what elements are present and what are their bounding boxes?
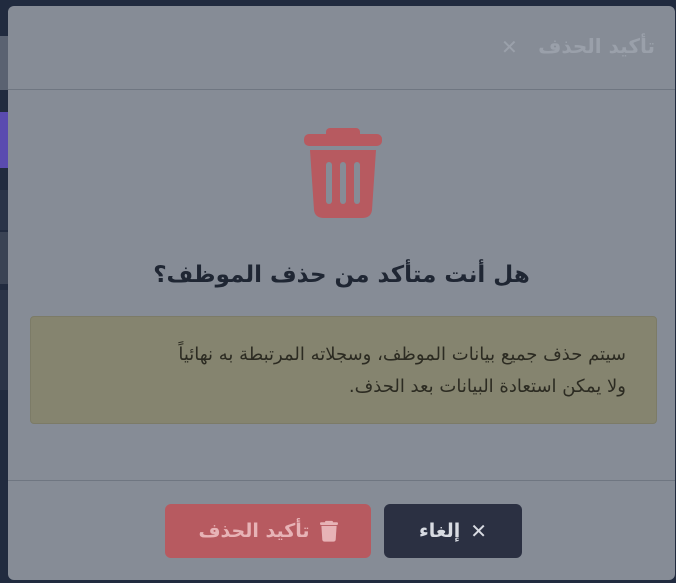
close-icon[interactable]: ✕ (501, 35, 518, 59)
cancel-button[interactable]: ✕ إلغاء (384, 504, 522, 558)
cancel-label: إلغاء (419, 520, 461, 542)
trash-icon (304, 128, 382, 218)
confirm-question: هل أنت متأكد من حذف الموظف؟ (153, 262, 530, 288)
modal-header: تأكيد الحذف ✕ (8, 6, 675, 90)
close-icon: ✕ (470, 519, 487, 543)
modal-footer: ✕ إلغاء تأكيد الحذف (8, 480, 675, 580)
confirm-delete-button[interactable]: تأكيد الحذف (165, 504, 371, 558)
confirm-label: تأكيد الحذف (198, 520, 310, 542)
modal-title: تأكيد الحذف (538, 34, 655, 58)
warning-message: سيتم حذف جميع بيانات الموظف، وسجلاته الم… (61, 339, 626, 403)
warning-line: سيتم حذف جميع بيانات الموظف، وسجلاته الم… (178, 344, 626, 365)
delete-confirm-modal: تأكيد الحذف ✕ هل أنت متأكد من حذف الموظف… (8, 6, 675, 580)
warning-line: ولا يمكن استعادة البيانات بعد الحذف. (348, 376, 626, 397)
trash-icon (319, 520, 338, 542)
warning-alert: سيتم حذف جميع بيانات الموظف، وسجلاته الم… (30, 316, 657, 424)
